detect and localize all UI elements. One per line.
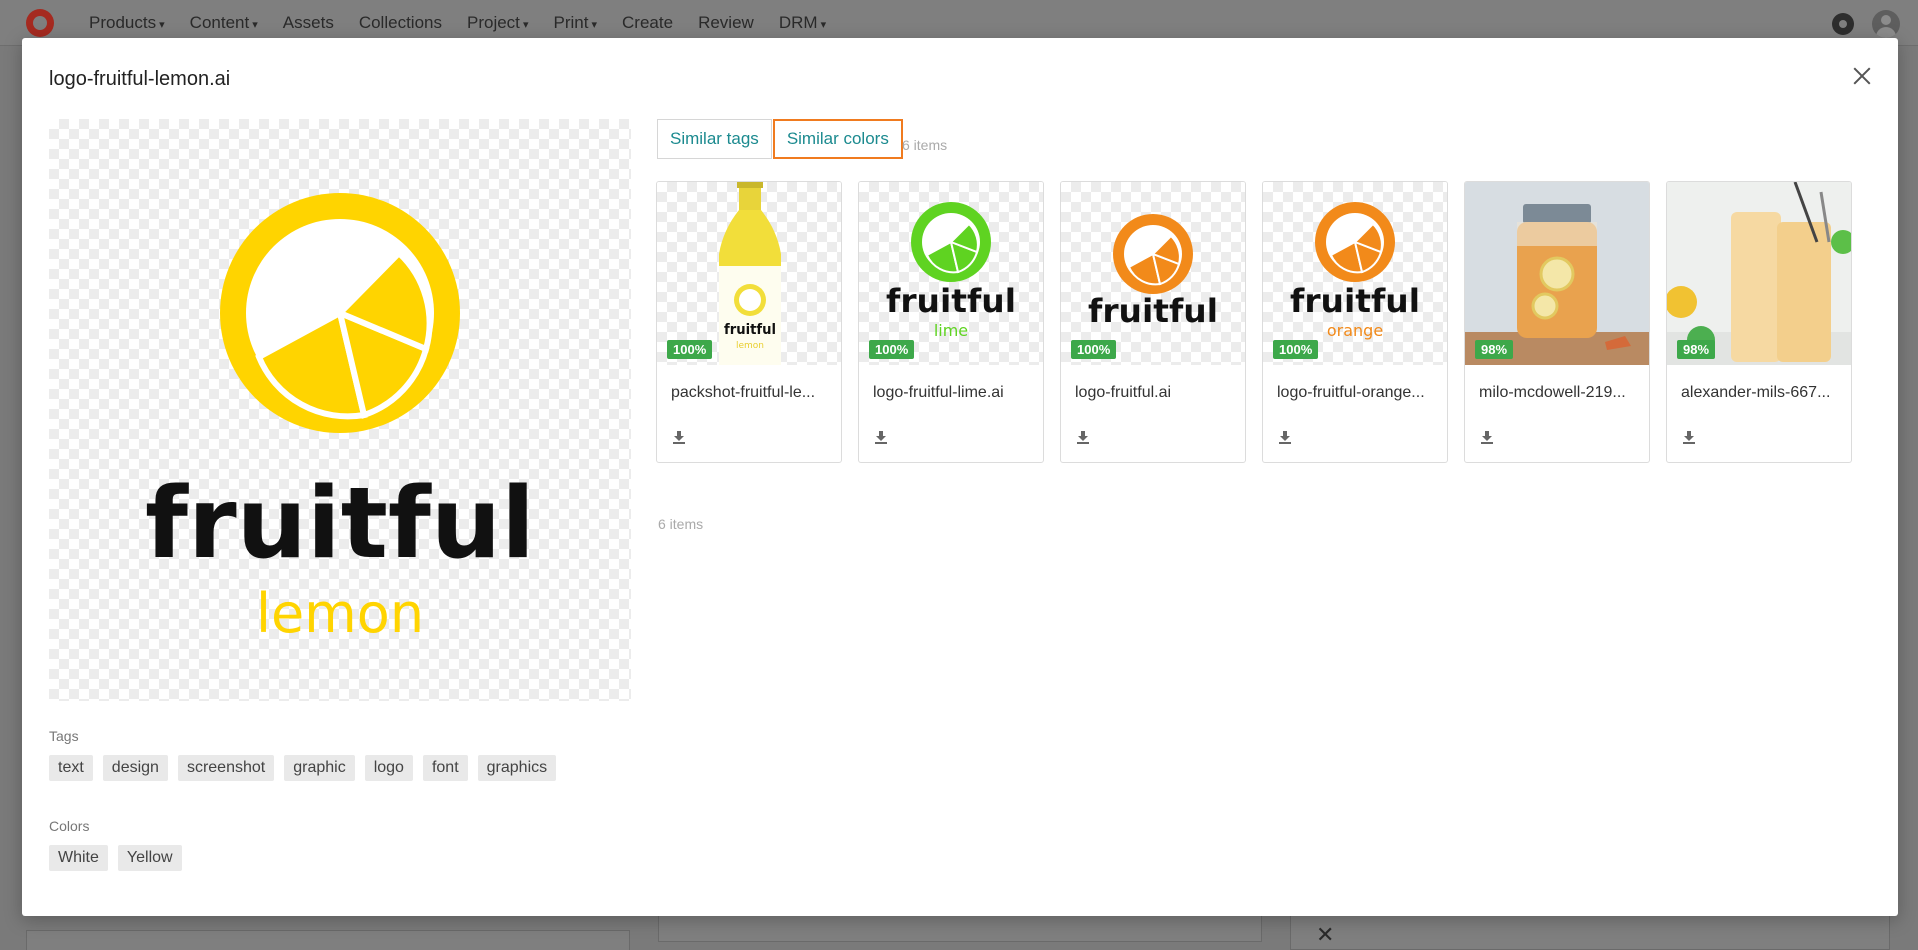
bottle-variant-word: lemon — [736, 341, 764, 351]
gear-icon[interactable] — [1832, 13, 1854, 35]
nav-item-review[interactable]: Review — [698, 13, 754, 33]
nav-item-products[interactable]: Products — [89, 13, 165, 33]
close-icon: ✕ — [1316, 922, 1335, 947]
close-icon[interactable] — [1850, 64, 1874, 88]
tag-chip[interactable]: text — [49, 755, 93, 781]
tab-similar-colors[interactable]: Similar colors — [772, 119, 903, 159]
item-count: 6 items — [902, 137, 948, 153]
similar-assets-grid: fruitful lemon 100% packshot-fruitful-le.… — [656, 181, 1852, 463]
nav-item-collections[interactable]: Collections — [359, 13, 442, 33]
color-chip[interactable]: White — [49, 845, 108, 871]
background-panel — [1290, 910, 1890, 950]
logo-mark-icon — [911, 202, 991, 282]
asset-detail-modal: logo-fruitful-lemon.ai fruitful lemon Ta… — [22, 38, 1898, 916]
preview-brand-word: fruitful — [145, 467, 535, 581]
asset-name[interactable]: packshot-fruitful-le... — [671, 384, 831, 402]
tag-chip[interactable]: screenshot — [177, 755, 275, 781]
similarity-tabs: Similar tags Similar colors — [657, 119, 903, 159]
thumb-variant-word: orange — [1327, 321, 1383, 340]
tag-chip[interactable]: graphics — [477, 755, 557, 781]
thumb-brand-word: fruitful — [1290, 282, 1420, 320]
asset-thumbnail[interactable]: 98% — [1465, 182, 1649, 365]
asset-card[interactable]: fruitful orange 100% logo-fruitful-orange… — [1262, 181, 1448, 463]
asset-thumbnail[interactable]: fruitful orange 100% — [1263, 182, 1447, 365]
tab-similar-tags[interactable]: Similar tags — [657, 119, 772, 159]
user-avatar-icon[interactable] — [1872, 10, 1900, 38]
logo-mark-icon — [1113, 214, 1193, 294]
nav-item-assets[interactable]: Assets — [283, 13, 334, 33]
download-icon-base — [1481, 442, 1493, 444]
modal-title: logo-fruitful-lemon.ai — [49, 68, 231, 90]
nav-item-create[interactable]: Create — [622, 13, 673, 33]
download-icon-base — [1279, 442, 1291, 444]
asset-card[interactable]: fruitful lemon 100% packshot-fruitful-le.… — [656, 181, 842, 463]
thumb-variant-word: lime — [934, 321, 968, 340]
asset-card[interactable]: 98% milo-mcdowell-219... — [1464, 181, 1650, 463]
thumb-brand-word: fruitful — [886, 282, 1016, 320]
asset-thumbnail[interactable]: 98% — [1667, 182, 1851, 365]
asset-name[interactable]: alexander-mils-667... — [1681, 384, 1841, 402]
colors-label: Colors — [49, 818, 90, 834]
lemon-logo-mark — [220, 193, 460, 433]
nav-item-content[interactable]: Content — [190, 13, 258, 33]
asset-name[interactable]: logo-fruitful.ai — [1075, 384, 1235, 402]
asset-thumbnail[interactable]: fruitful lemon 100% — [657, 182, 841, 365]
match-badge: 100% — [1273, 340, 1319, 359]
preview-variant-word: lemon — [256, 582, 424, 645]
match-badge: 100% — [667, 340, 713, 359]
nav-item-project[interactable]: Project — [467, 13, 529, 33]
asset-card[interactable]: fruitful lime 100% logo-fruitful-lime.ai — [858, 181, 1044, 463]
asset-thumbnail[interactable]: fruitful lime 100% — [859, 182, 1043, 365]
navbar-actions — [1832, 10, 1900, 38]
download-icon-base — [673, 442, 685, 444]
asset-name[interactable]: logo-fruitful-orange... — [1277, 384, 1437, 402]
tag-chip[interactable]: design — [102, 755, 168, 781]
colors-list: White Yellow — [49, 845, 182, 871]
brand-logo-icon[interactable] — [26, 9, 54, 37]
tag-chip[interactable]: logo — [364, 755, 413, 781]
asset-card[interactable]: 98% alexander-mils-667... — [1666, 181, 1852, 463]
asset-name[interactable]: logo-fruitful-lime.ai — [873, 384, 1033, 402]
item-count-footer: 6 items — [658, 516, 704, 532]
asset-thumbnail[interactable]: fruitful 100% — [1061, 182, 1245, 365]
tags-list: text design screenshot graphic logo font graph… — [49, 755, 557, 781]
tags-label: Tags — [49, 728, 79, 744]
match-badge: 100% — [869, 340, 915, 359]
match-badge: 98% — [1475, 340, 1514, 359]
match-badge: 98% — [1677, 340, 1716, 359]
download-icon-base — [1683, 442, 1695, 444]
nav-item-drm[interactable]: DRM — [779, 13, 826, 33]
thumb-brand-word: fruitful — [1088, 292, 1218, 330]
match-badge: 100% — [1071, 340, 1117, 359]
download-icon-base — [1077, 442, 1089, 444]
tag-chip[interactable]: graphic — [284, 755, 355, 781]
asset-preview-image: fruitful lemon — [49, 119, 631, 701]
asset-name[interactable]: milo-mcdowell-219... — [1479, 384, 1639, 402]
logo-mark-icon — [1315, 202, 1395, 282]
color-chip[interactable]: Yellow — [117, 845, 182, 871]
nav-item-print[interactable]: Print — [553, 13, 597, 33]
background-panel — [26, 930, 630, 950]
download-icon-base — [875, 442, 887, 444]
asset-card[interactable]: fruitful 100% logo-fruitful.ai — [1060, 181, 1246, 463]
tag-chip[interactable]: font — [422, 755, 468, 781]
bottle-label-word: fruitful — [724, 322, 776, 338]
